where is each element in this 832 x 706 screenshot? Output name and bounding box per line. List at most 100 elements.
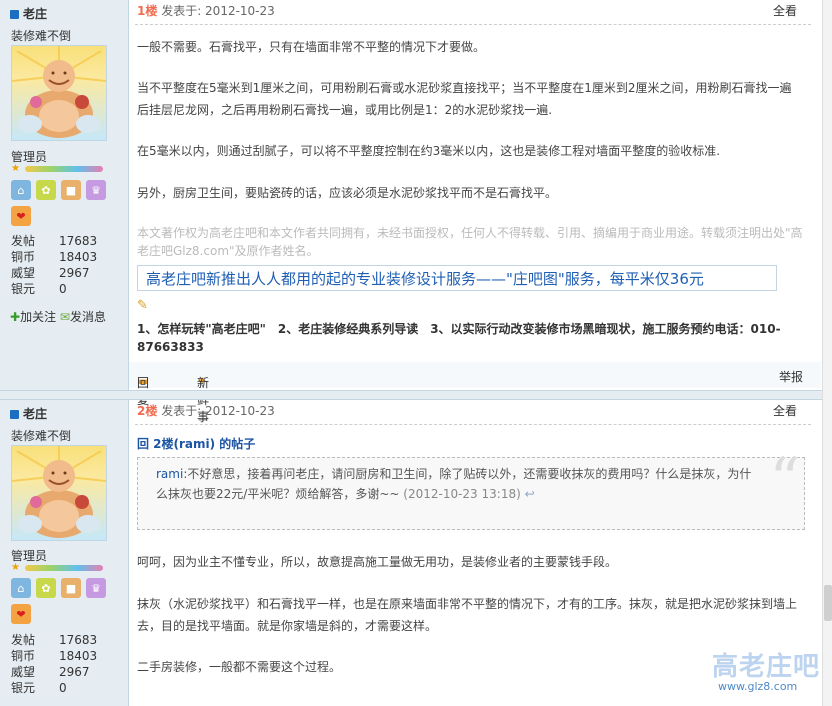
username-link[interactable]: 老庄 [10,405,47,422]
stat-value: 2967 [59,266,90,280]
floor-number: 2楼 [137,404,158,418]
user-icon [10,410,19,419]
send-message-button[interactable]: ✉发消息 [60,310,106,324]
stat-value: 17683 [59,633,98,647]
plus-icon: ✚ [10,310,21,324]
signature-links[interactable]: 1、怎样玩转"高老庄吧" 2、老庄装修经典系列导读 3、以实际行动改变装修市场黑… [137,320,805,356]
username-text: 老庄 [23,7,48,21]
post-paragraph: 一般不需要。石膏找平，只有在墙面非常不平整的情况下才要做。 [137,40,486,54]
stat-label: 威望 [11,266,36,280]
user-stats: 发帖 17683 铜币 18403 威望 2967 银元 0 [11,233,121,297]
stat-label: 银元 [11,282,36,296]
post-header: 1楼 发表于: 2012-10-23 全看 [137,0,807,22]
post-paragraph: 在5毫米以内，则通过刮腻子，可以将不平整度控制在约3毫米以内，这也是装修工程对墙… [137,144,721,158]
post-paragraph: 抹灰（水泥砂浆找平）和石膏找平一样，也是在原来墙面非常不平整的情况下，才有的工序… [137,597,798,633]
copyright-notice: 本文著作权为高老庄吧和本文作者共同拥有，未经书面授权，任何人不得转载、引用、摘编… [137,226,803,258]
header-divider [135,24,811,25]
username-link[interactable]: 老庄 [10,5,47,22]
add-follow-button[interactable]: ✚加关注 [10,310,56,324]
stat-value: 17683 [59,234,98,248]
user-icon [10,10,19,19]
vertical-scrollbar[interactable] [822,0,832,706]
star-icon: ★ [11,163,20,174]
stat-value: 18403 [59,649,98,663]
level-progress [25,565,103,571]
stat-value: 0 [59,681,67,695]
heart-medal-icon[interactable]: ❤ [11,604,31,624]
header-divider [135,424,811,425]
report-button[interactable]: 举报 [779,368,803,385]
promo-banner-link[interactable]: 高老庄吧新推出人人都用的起的专业装修设计服务——"庄吧图"服务，每平米仅36元 [137,265,777,291]
user-sidebar: 老庄 装修难不倒 管理员 ★ ⌂ ✿ ■ ♛ ❤ 发帖 17683 铜币 184… [0,0,129,395]
post-2: 老庄 装修难不倒 管理员 ★ ⌂ ✿ ■ ♛ ❤ 发帖 17683 铜币 184… [0,400,822,706]
medal-row: ⌂ ✿ ■ ♛ ❤ [11,578,111,626]
post-footer: ▬ 回复 ✦ 新鲜事 举报 [129,362,821,424]
badge-medal-icon[interactable]: ✿ [36,180,56,200]
avatar[interactable] [11,45,107,141]
post-content: 1楼 发表于: 2012-10-23 全看 一般不需要。石膏找平，只有在墙面非常… [129,0,821,424]
post-header: 2楼 发表于: 2012-10-23 全看 [137,400,807,422]
message-icon: ✉ [59,310,70,324]
user-tagline: 装修难不倒 [11,429,72,443]
reply-to-title[interactable]: 回 2楼(rami) 的帖子 [137,435,255,452]
post-paragraph: 当不平整度在5毫米到1厘米之间，可用粉刷石膏或水泥砂浆直接找平；当不平整度在1厘… [137,81,792,117]
site-watermark: 高老庄吧 www.glz8.com [712,646,822,696]
level-progress [25,166,103,172]
sofa-medal-icon[interactable]: ■ [61,180,81,200]
medal-row: ⌂ ✿ ■ ♛ ❤ [11,180,111,228]
quote-user-link[interactable]: rami [156,467,183,481]
post-paragraph: 另外，厨房卫生间，要贴瓷砖的话，应该必须是水泥砂浆找平而不是石膏找平。 [137,186,558,200]
quote-mark-icon: “ [769,445,800,515]
stat-value: 0 [59,282,67,296]
stat-row: 铜币 18403 [11,249,121,265]
post-paragraph: 二手房装修，一般都不需要这个过程。 [137,660,342,674]
star-icon: ★ [11,562,20,573]
floor-number: 1楼 [137,4,158,18]
stat-label: 发帖 [11,633,36,647]
stat-row: 银元 0 [11,680,121,696]
stat-row: 威望 2967 [11,265,121,281]
home-medal-icon[interactable]: ⌂ [11,180,31,200]
stat-label: 铜币 [11,649,36,663]
level-bar: ★ [11,164,103,174]
post-time: 发表于: 2012-10-23 [161,4,275,18]
user-tagline: 装修难不倒 [11,29,72,43]
stat-row: 发帖 17683 [11,632,121,648]
stat-label: 铜币 [11,250,36,264]
scrollbar-thumb[interactable] [824,585,832,621]
crown-medal-icon[interactable]: ♛ [86,180,106,200]
buddha-avatar-image [12,46,106,138]
view-all-link[interactable]: 全看 [773,0,797,22]
quote-time: (2012-10-23 13:18) [403,487,521,501]
sofa-medal-icon[interactable]: ■ [61,578,81,598]
user-actions: ✚加关注 ✉发消息 [10,308,106,325]
stat-row: 发帖 17683 [11,233,121,249]
jump-to-post-icon[interactable]: ↩ [521,487,535,501]
send-message-label: 发消息 [69,310,106,324]
stat-value: 2967 [59,665,90,679]
post-time: 发表于: 2012-10-23 [161,404,275,418]
post-paragraph: 呵呵，因为业主不懂专业，所以，故意提高施工量做无用功，是装修业者的主要蒙钱手段。 [137,555,618,569]
buddha-avatar-image [12,446,106,538]
stat-row: 铜币 18403 [11,648,121,664]
quote-block: rami:不好意思，接着再问老庄，请问厨房和卫生间，除了贴砖以外，还需要收抹灰的… [137,450,805,530]
stat-label: 威望 [11,665,36,679]
username-text: 老庄 [23,407,48,421]
user-sidebar: 老庄 装修难不倒 管理员 ★ ⌂ ✿ ■ ♛ ❤ 发帖 17683 铜币 184… [0,400,129,706]
crown-medal-icon[interactable]: ♛ [86,578,106,598]
view-all-link[interactable]: 全看 [773,400,797,422]
heart-medal-icon[interactable]: ❤ [11,206,31,226]
avatar[interactable] [11,445,107,541]
home-medal-icon[interactable]: ⌂ [11,578,31,598]
stat-row: 银元 0 [11,281,121,297]
watermark-logo: 高老庄吧 [712,652,821,682]
watermark-url: www.glz8.com [718,680,798,693]
stat-label: 发帖 [11,234,36,248]
stat-label: 银元 [11,681,36,695]
pencil-icon: ✎ [137,298,148,313]
badge-medal-icon[interactable]: ✿ [36,578,56,598]
stat-value: 18403 [59,250,98,264]
post-1: 老庄 装修难不倒 管理员 ★ ⌂ ✿ ■ ♛ ❤ 发帖 17683 铜币 184… [0,0,822,424]
user-stats: 发帖 17683 铜币 18403 威望 2967 银元 0 [11,632,121,696]
level-bar: ★ [11,563,103,573]
